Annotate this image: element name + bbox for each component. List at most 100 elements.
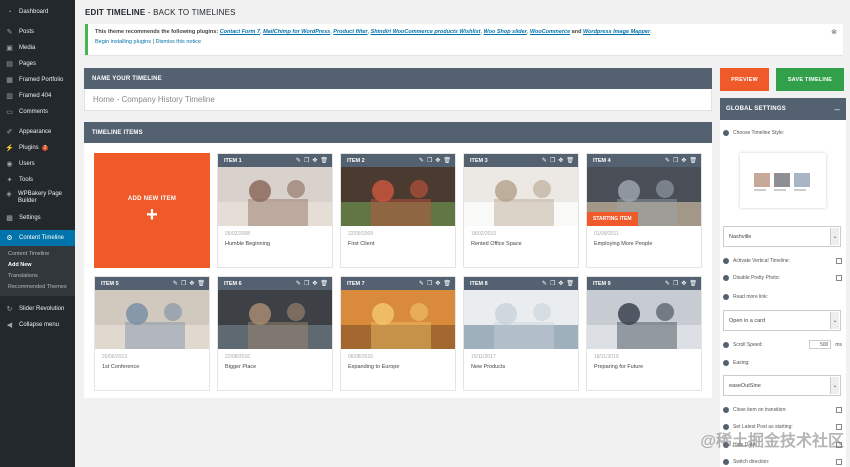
timeline-item-card[interactable]: ITEM 4 ✎ ❐ ✥ 🗑 STARTING ITEM 01/09/2011 … (586, 153, 702, 268)
submenu-item-add-new[interactable]: Add New (0, 260, 75, 271)
notice-plugin-link[interactable]: MailChimp for WordPress (263, 29, 330, 35)
notice-plugin-link[interactable]: Woo Shop slider (484, 29, 527, 35)
back-to-timelines-link[interactable]: BACK TO TIMELINES (153, 8, 236, 17)
begin-installing-link[interactable]: Begin installing plugins (95, 39, 151, 45)
dismiss-notice-link[interactable]: Dismiss this notice (155, 39, 201, 45)
save-timeline-button[interactable]: SAVE TIMELINE (776, 68, 844, 91)
edit-icon[interactable]: ✎ (665, 157, 670, 164)
delete-icon[interactable]: 🗑 (566, 157, 574, 164)
sidebar-item-posts[interactable]: ✎ Posts (0, 24, 75, 40)
notice-plugin-link[interactable]: Wordpress Image Mapper (583, 29, 650, 35)
edit-icon[interactable]: ✎ (542, 280, 547, 287)
move-icon[interactable]: ✥ (312, 280, 317, 287)
notice-plugin-link[interactable]: WooCommerce (530, 29, 570, 35)
notice-plugin-link[interactable]: Contact Form 7 (220, 29, 260, 35)
edit-icon[interactable]: ✎ (296, 280, 301, 287)
delete-icon[interactable]: 🗑 (689, 280, 697, 287)
duplicate-icon[interactable]: ❐ (550, 157, 555, 164)
timeline-item-card[interactable]: ITEM 8 ✎ ❐ ✥ 🗑 15/11/2017 New Products (463, 276, 579, 391)
sidebar-item-content-timeline[interactable]: ⚙ Content Timeline (0, 230, 75, 246)
style-preview-thumbnail[interactable] (740, 153, 826, 208)
item-date: 06/08/2016 (348, 354, 374, 360)
collapse-icon[interactable]: – (835, 104, 840, 114)
sidebar-item-media[interactable]: ▣ Media (0, 40, 75, 56)
edit-icon[interactable]: ✎ (173, 280, 178, 287)
duplicate-icon[interactable]: ❐ (673, 157, 678, 164)
submenu-item-content-timeline[interactable]: Content Timeline (0, 249, 75, 260)
timeline-item-card[interactable]: ITEM 3 ✎ ❐ ✥ 🗑 18/02/2010 Rented Office … (463, 153, 579, 268)
move-icon[interactable]: ✥ (312, 157, 317, 164)
duplicate-icon[interactable]: ❐ (304, 280, 309, 287)
edit-icon[interactable]: ✎ (419, 157, 424, 164)
duplicate-icon[interactable]: ❐ (304, 157, 309, 164)
sidebar-item-framed-404[interactable]: ▥ Framed 404 (0, 88, 75, 104)
timeline-item-card[interactable]: ITEM 5 ✎ ❐ ✥ 🗑 20/06/2013 1st Conference (94, 276, 210, 391)
help-icon (723, 341, 729, 348)
timeline-name-input[interactable]: Home - Company History Timeline (84, 89, 712, 111)
submenu-item-translations[interactable]: Translations (0, 271, 75, 282)
notice-plugin-link[interactable]: Product filter (333, 29, 367, 35)
delete-icon[interactable]: 🗑 (443, 280, 451, 287)
notice-plugin-link[interactable]: Shindiri WooCommerce products Wishlist (371, 29, 481, 35)
sidebar-item-tools[interactable]: ✦ Tools (0, 172, 75, 188)
disable-pretty-photo-checkbox[interactable] (836, 275, 842, 281)
sidebar-item-appearance[interactable]: ✐ Appearance (0, 124, 75, 140)
duplicate-icon[interactable]: ❐ (181, 280, 186, 287)
submenu-item-recommended-themes[interactable]: Recommended Themes (0, 282, 75, 293)
move-icon[interactable]: ✥ (558, 157, 563, 164)
edit-icon[interactable]: ✎ (419, 280, 424, 287)
duplicate-icon[interactable]: ❐ (427, 280, 432, 287)
sidebar-item-users[interactable]: ◉ Users (0, 156, 75, 172)
item-label: ITEM 2 (347, 157, 365, 164)
sidebar-item-settings[interactable]: ▩ Settings (0, 210, 75, 226)
easing-select[interactable]: easeOutSine ⌄ (723, 375, 841, 396)
move-icon[interactable]: ✥ (681, 157, 686, 164)
sidebar-item-plugins[interactable]: ⚡ Plugins 2 (0, 140, 75, 156)
edit-icon[interactable]: ✎ (542, 157, 547, 164)
main-content: EDIT TIMELINE - BACK TO TIMELINES This t… (75, 0, 850, 467)
edit-icon[interactable]: ✎ (665, 280, 670, 287)
timeline-item-card[interactable]: ITEM 1 ✎ ❐ ✥ 🗑 05/02/2008 Humble Beginni… (217, 153, 333, 268)
move-icon[interactable]: ✥ (681, 280, 686, 287)
timeline-item-card[interactable]: ITEM 2 ✎ ❐ ✥ 🗑 22/09/2009 First Client (340, 153, 456, 268)
timeline-item-card[interactable]: ITEM 7 ✎ ❐ ✥ 🗑 06/08/2016 Expanding to E… (340, 276, 456, 391)
delete-icon[interactable]: 🗑 (689, 157, 697, 164)
timeline-item-card[interactable]: ITEM 9 ✎ ❐ ✥ 🗑 18/11/2019 Preparing for … (586, 276, 702, 391)
switch-direction-checkbox[interactable] (836, 459, 842, 465)
duplicate-icon[interactable]: ❐ (550, 280, 555, 287)
timeline-style-select[interactable]: Nashville ⌄ (723, 226, 841, 247)
selected-style: Nashville (729, 233, 752, 240)
setting-choose-style: Choose Timeline Style: (723, 130, 842, 136)
item-date: 01/09/2011 (594, 231, 619, 237)
edit-icon[interactable]: ✎ (296, 157, 301, 164)
slider-icon: ↻ (6, 305, 13, 313)
preview-button[interactable]: PREVIEW (720, 68, 769, 91)
notice-actions: Begin installing plugins | Dismiss this … (95, 39, 836, 45)
duplicate-icon[interactable]: ❐ (427, 157, 432, 164)
sidebar-item-wpbakery-page-builder[interactable]: ◈ WPBakery Page Builder (0, 188, 75, 210)
read-more-select[interactable]: Open in a card ⌄ (723, 310, 841, 331)
move-icon[interactable]: ✥ (435, 157, 440, 164)
sidebar-item-slider-revolution[interactable]: ↻ Slider Revolution (0, 301, 75, 317)
sidebar-item-framed-portfolio[interactable]: ▦ Framed Portfolio (0, 72, 75, 88)
global-settings-header[interactable]: GLOBAL SETTINGS – (720, 98, 846, 120)
sidebar-item-dashboard[interactable]: ◔ Dashboard (0, 4, 75, 20)
move-icon[interactable]: ✥ (189, 280, 194, 287)
sidebar-item-comments[interactable]: ▭ Comments (0, 104, 75, 120)
close-item-checkbox[interactable] (836, 407, 842, 413)
move-icon[interactable]: ✥ (558, 280, 563, 287)
duplicate-icon[interactable]: ❐ (673, 280, 678, 287)
delete-icon[interactable]: 🗑 (320, 280, 328, 287)
delete-icon[interactable]: 🗑 (197, 280, 205, 287)
sidebar-item-pages[interactable]: ▤ Pages (0, 56, 75, 72)
move-icon[interactable]: ✥ (435, 280, 440, 287)
add-new-item-button[interactable]: ADD NEW ITEM + (94, 153, 210, 268)
delete-icon[interactable]: 🗑 (443, 157, 451, 164)
activate-vertical-checkbox[interactable] (836, 258, 842, 264)
timeline-item-card[interactable]: ITEM 6 ✎ ❐ ✥ 🗑 22/08/2016 Bigger Place (217, 276, 333, 391)
close-notice-icon[interactable]: ⊗ (831, 28, 837, 36)
delete-icon[interactable]: 🗑 (566, 280, 574, 287)
sidebar-item-collapse-menu[interactable]: ◀ Collapse menu (0, 317, 75, 333)
delete-icon[interactable]: 🗑 (320, 157, 328, 164)
scroll-speed-input[interactable]: 500 (809, 340, 832, 349)
